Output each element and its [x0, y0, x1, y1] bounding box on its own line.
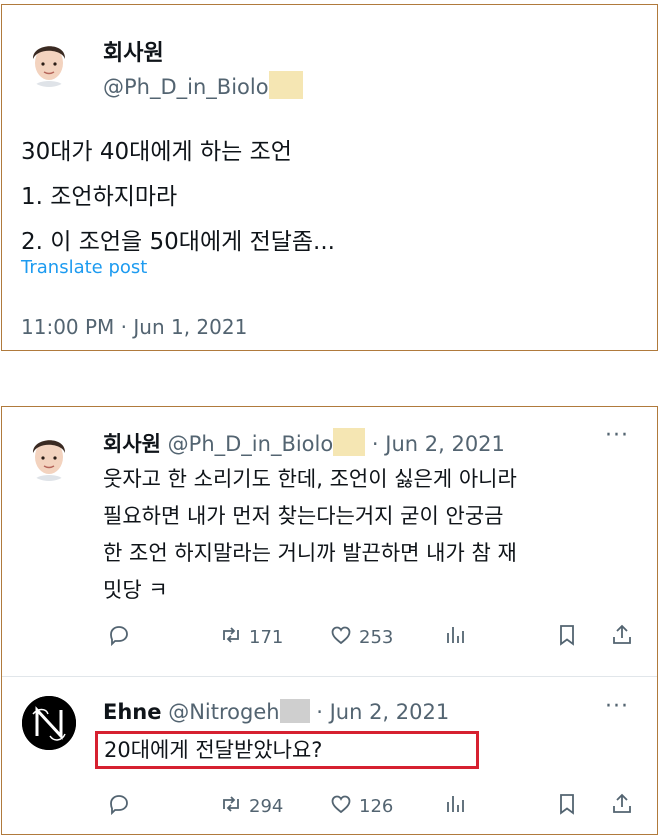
author-handle[interactable]: @Ph_D_in_Biolo: [168, 432, 334, 456]
redaction-mark: [333, 428, 366, 456]
post-line: 1. 조언하지마라: [21, 184, 178, 210]
like-count: 126: [359, 796, 394, 817]
retweet-button[interactable]: 171: [219, 623, 283, 652]
share-button[interactable]: [610, 792, 634, 821]
share-icon: [610, 792, 634, 821]
retweet-count: 171: [249, 627, 284, 648]
views-icon: [443, 623, 467, 652]
like-icon: [329, 623, 353, 652]
translate-link[interactable]: Translate post: [21, 257, 147, 278]
reply-header: Ehne @Nitrogeh · Jun 2, 2021: [103, 699, 449, 724]
like-button[interactable]: 126: [329, 792, 393, 821]
divider: [2, 676, 657, 677]
reply-date[interactable]: · Jun 2, 2021: [316, 700, 449, 724]
reply-icon: [107, 792, 131, 821]
retweet-icon: [219, 792, 243, 821]
post-line: 30대가 40대에게 하는 조언: [21, 139, 292, 165]
bookmark-button[interactable]: [555, 792, 579, 821]
author-handle[interactable]: @Ph_D_in_Biolo: [103, 71, 303, 99]
reply-button[interactable]: [107, 792, 131, 821]
bookmark-icon: [555, 792, 579, 821]
share-icon: [610, 623, 634, 652]
reply-text: 웃자고 한 소리기도 한데, 조언이 싫은게 아니라 필요하면 내가 먼저 찾는…: [103, 461, 633, 609]
author-name[interactable]: 회사원: [103, 432, 161, 456]
like-count: 253: [359, 627, 394, 648]
author-name[interactable]: 회사원: [103, 35, 164, 67]
bookmark-icon: [555, 623, 579, 652]
reply-header: 회사원 @Ph_D_in_Biolo · Jun 2, 2021: [103, 428, 505, 458]
replies-card: 회사원 @Ph_D_in_Biolo · Jun 2, 2021 ··· 웃자고…: [1, 406, 658, 835]
reply-line: 한 조언 하지말라는 거니까 발끈하면 내가 참 재: [103, 541, 517, 565]
post-timestamp[interactable]: 11:00 PM · Jun 1, 2021: [21, 315, 247, 339]
reply-date[interactable]: · Jun 2, 2021: [372, 432, 505, 456]
author-name[interactable]: Ehne: [103, 700, 162, 724]
reply-line: 밋당 ㅋ: [103, 578, 168, 602]
share-button[interactable]: [610, 623, 634, 652]
more-options-icon[interactable]: ···: [605, 694, 629, 719]
avatar[interactable]: [22, 427, 76, 481]
avatar[interactable]: [22, 696, 76, 750]
views-button[interactable]: [443, 623, 467, 652]
reply-line: 필요하면 내가 먼저 찾는다는거지 굳이 안궁금: [103, 504, 504, 528]
reply-button[interactable]: [107, 623, 131, 652]
bookmark-button[interactable]: [555, 623, 579, 652]
retweet-count: 294: [249, 796, 284, 817]
post-card: 회사원 @Ph_D_in_Biolo 30대가 40대에게 하는 조언 1. 조…: [1, 4, 658, 351]
like-icon: [329, 792, 353, 821]
retweet-button[interactable]: 294: [219, 792, 283, 821]
reply-text: 20대에게 전달받았나요?: [95, 731, 479, 769]
like-button[interactable]: 253: [329, 623, 393, 652]
views-icon: [443, 792, 467, 821]
views-button[interactable]: [443, 792, 467, 821]
author-handle[interactable]: @Nitrogeh: [168, 700, 279, 724]
reply-icon: [107, 623, 131, 652]
retweet-icon: [219, 623, 243, 652]
reply-line: 웃자고 한 소리기도 한데, 조언이 싫은게 아니라: [103, 467, 517, 491]
redaction-mark: [268, 71, 303, 99]
more-options-icon[interactable]: ···: [605, 423, 629, 448]
action-bar: 171 253: [103, 623, 638, 653]
redaction-mark: [279, 699, 310, 723]
action-bar: 294 126: [103, 792, 638, 822]
post-text: 30대가 40대에게 하는 조언 1. 조언하지마라 2. 이 조언을 50대에…: [21, 130, 335, 265]
avatar[interactable]: [22, 33, 76, 87]
